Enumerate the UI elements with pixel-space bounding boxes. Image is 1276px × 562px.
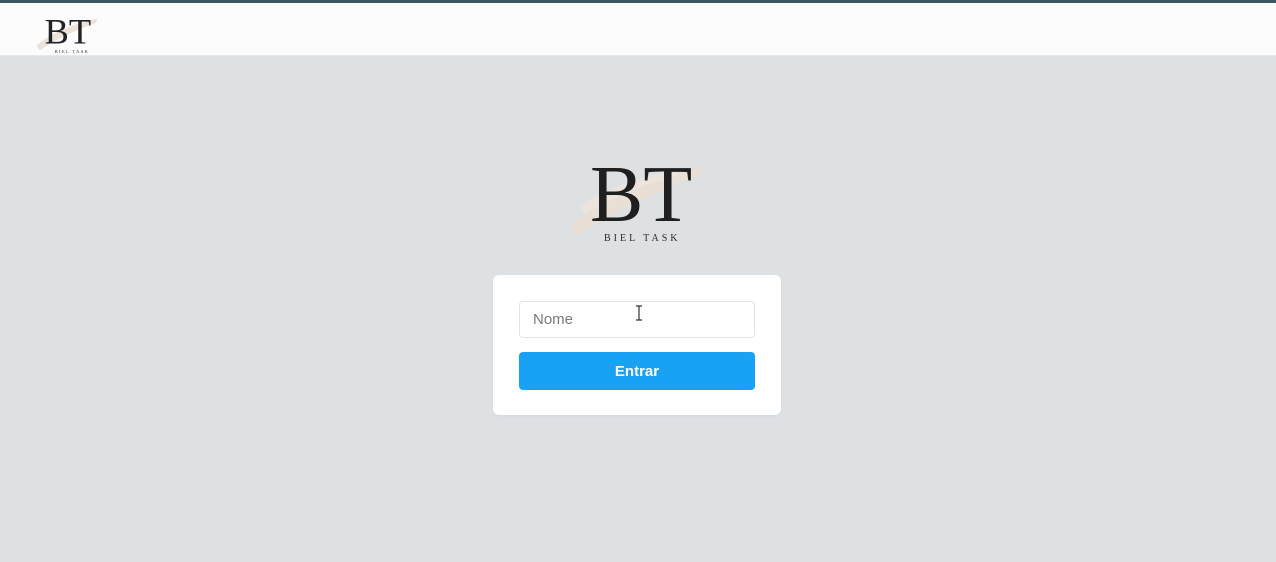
enter-button[interactable]: Entrar [519, 352, 755, 390]
logo-wordmark: BIEL TASK [55, 49, 90, 54]
name-input[interactable] [519, 301, 755, 338]
logo-monogram: BT [45, 12, 91, 52]
logo-monogram: BT [590, 151, 692, 239]
hero-logo: BT BIEL TASK [570, 151, 705, 244]
navbar: BT BIEL TASK [0, 3, 1276, 56]
login-card: Entrar [493, 275, 781, 415]
brand-logo[interactable]: BT BIEL TASK [30, 5, 102, 55]
logo-wordmark: BIEL TASK [604, 233, 680, 244]
